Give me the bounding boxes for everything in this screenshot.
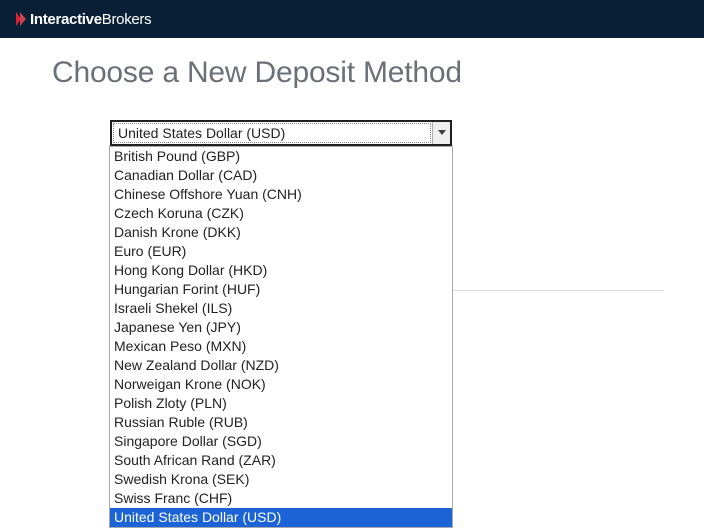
currency-option[interactable]: United States Dollar (USD)	[110, 508, 452, 527]
currency-option[interactable]: Czech Koruna (CZK)	[110, 204, 452, 223]
currency-dropdown-list[interactable]: British Pound (GBP)Canadian Dollar (CAD)…	[109, 146, 453, 528]
currency-select-display[interactable]: United States Dollar (USD)	[110, 120, 452, 146]
page-title: Choose a New Deposit Method	[52, 56, 652, 90]
currency-option[interactable]: Mexican Peso (MXN)	[110, 337, 452, 356]
currency-option[interactable]: New Zealand Dollar (NZD)	[110, 356, 452, 375]
currency-option[interactable]: South African Rand (ZAR)	[110, 451, 452, 470]
brand-name: InteractiveBrokers	[30, 11, 151, 28]
currency-select-value: United States Dollar (USD)	[113, 123, 431, 143]
currency-option[interactable]: Norweigan Krone (NOK)	[110, 375, 452, 394]
currency-option[interactable]: Euro (EUR)	[110, 242, 452, 261]
currency-option[interactable]: Russian Ruble (RUB)	[110, 413, 452, 432]
currency-option[interactable]: Canadian Dollar (CAD)	[110, 166, 452, 185]
currency-option[interactable]: British Pound (GBP)	[110, 147, 452, 166]
dropdown-arrow-icon[interactable]	[432, 122, 450, 144]
currency-option[interactable]: Singapore Dollar (SGD)	[110, 432, 452, 451]
brand-logo[interactable]: InteractiveBrokers	[14, 10, 151, 28]
currency-option[interactable]: Hungarian Forint (HUF)	[110, 280, 452, 299]
currency-option[interactable]: Swiss Franc (CHF)	[110, 489, 452, 508]
brand-mark-icon	[14, 10, 28, 28]
top-bar: InteractiveBrokers	[0, 0, 704, 38]
currency-option[interactable]: Chinese Offshore Yuan (CNH)	[110, 185, 452, 204]
currency-option[interactable]: Hong Kong Dollar (HKD)	[110, 261, 452, 280]
page-content: Choose a New Deposit Method United State…	[0, 38, 704, 146]
currency-option[interactable]: Israeli Shekel (ILS)	[110, 299, 452, 318]
currency-option[interactable]: Polish Zloty (PLN)	[110, 394, 452, 413]
currency-option[interactable]: Japanese Yen (JPY)	[110, 318, 452, 337]
currency-option[interactable]: Swedish Krona (SEK)	[110, 470, 452, 489]
currency-option[interactable]: Danish Krone (DKK)	[110, 223, 452, 242]
currency-select[interactable]: United States Dollar (USD) British Pound…	[110, 120, 452, 146]
